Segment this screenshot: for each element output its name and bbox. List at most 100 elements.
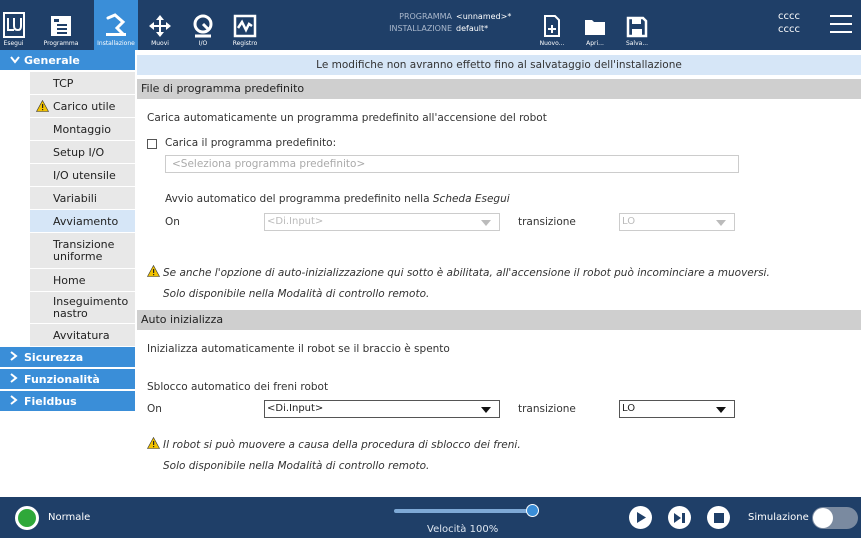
- sidebar: Generale TCP Carico utile Montaggio Setu…: [0, 50, 135, 497]
- autostart-input-value: <Di.Input>: [267, 216, 324, 227]
- move-icon: [149, 15, 171, 37]
- sidebar-group-label: Generale: [24, 53, 80, 67]
- dropdown-arrow-icon: [716, 220, 726, 226]
- sidebar-item-avviamento[interactable]: Avviamento: [30, 210, 135, 233]
- brake-transition-label: transizione: [518, 403, 576, 415]
- run-tab-label: Esegui: [3, 40, 24, 47]
- program-tab-label: Programma: [43, 40, 79, 47]
- user-line-1: cccc: [778, 11, 800, 22]
- autostart-label-tab: Scheda Esegui: [432, 193, 510, 205]
- save-button[interactable]: Salva...: [622, 0, 652, 50]
- sidebar-item-label: Home: [53, 273, 86, 287]
- sidebar-item-label: TCP: [53, 76, 74, 90]
- play-button[interactable]: [629, 506, 652, 529]
- step-icon: [674, 512, 685, 523]
- stop-button[interactable]: [707, 506, 730, 529]
- autostart-transition-value: LO: [622, 216, 636, 227]
- autostart-label-text: Avvio automatico del programma predefini…: [165, 193, 430, 205]
- sidebar-group-generale[interactable]: Generale: [0, 50, 135, 72]
- program-info: PROGRAMMA <unnamed>* INSTALLAZIONE default…: [382, 11, 511, 35]
- sidebar-item-transizione-uniforme[interactable]: Transizione uniforme: [30, 233, 135, 269]
- simulation-toggle[interactable]: [812, 507, 858, 529]
- autostart-label: Avvio automatico del programma predefini…: [165, 193, 510, 205]
- section-header-auto-init: Auto inizializza: [137, 310, 861, 330]
- chevron-down-icon: [10, 53, 24, 67]
- installation-icon: [106, 13, 126, 36]
- sidebar-item-label: Avvitatura: [53, 328, 110, 342]
- default-program-field[interactable]: <Seleziona programma predefinito>: [165, 155, 739, 173]
- sidebar-item-inseguimento-nastro[interactable]: Inseguimento nastro: [30, 292, 135, 324]
- save-button-label: Salva...: [625, 40, 649, 47]
- brake-transition-select[interactable]: LO: [619, 400, 735, 418]
- unsaved-changes-banner: Le modifiche non avranno effetto fino al…: [137, 55, 861, 75]
- run-tab[interactable]: Esegui: [0, 0, 27, 50]
- open-button[interactable]: Apri...: [580, 0, 610, 50]
- load-default-program-checkbox[interactable]: [147, 139, 157, 149]
- program-icon: [51, 16, 71, 36]
- open-button-label: Apri...: [586, 40, 604, 47]
- autostart-warning: Se anche l'opzione di auto-inizializzazi…: [146, 264, 770, 279]
- brake-input-select[interactable]: <Di.Input>: [264, 400, 500, 418]
- speed-slider-handle[interactable]: [526, 504, 539, 517]
- speed-slider[interactable]: [394, 509, 534, 513]
- speed-label: Velocità 100%: [427, 524, 499, 535]
- sidebar-item-label: Avviamento: [53, 214, 119, 228]
- sidebar-item-avvitatura[interactable]: Avvitatura: [30, 324, 135, 347]
- brake-on-label: On: [147, 403, 162, 415]
- sidebar-group-funzionalita[interactable]: Funzionalità: [0, 369, 135, 391]
- sidebar-item-variabili[interactable]: Variabili: [30, 187, 135, 210]
- move-tab[interactable]: Muovi: [145, 0, 175, 50]
- sidebar-item-label: Variabili: [53, 191, 97, 205]
- program-tab[interactable]: Programma: [28, 0, 94, 50]
- brake-input-value: <Di.Input>: [267, 403, 324, 414]
- folder-icon: [585, 20, 605, 35]
- new-file-icon: [544, 15, 560, 37]
- io-icon: [193, 14, 213, 38]
- warning-icon: [146, 436, 161, 449]
- sidebar-item-home[interactable]: Home: [30, 269, 135, 292]
- log-tab[interactable]: Registro: [228, 0, 262, 50]
- dropdown-arrow-icon: [481, 220, 491, 226]
- sidebar-item-label: Setup I/O: [53, 145, 105, 159]
- sidebar-item-label: Carico utile: [53, 99, 116, 113]
- sidebar-item-setup-io[interactable]: Setup I/O: [30, 141, 135, 164]
- new-button[interactable]: Nuovo...: [536, 0, 568, 50]
- auto-init-description: Inizializza automaticamente il robot se …: [147, 343, 450, 355]
- hamburger-menu-icon[interactable]: [830, 15, 852, 39]
- program-key: PROGRAMMA: [399, 12, 452, 21]
- step-button[interactable]: [668, 506, 691, 529]
- sidebar-item-io-utensile[interactable]: I/O utensile: [30, 164, 135, 187]
- sidebar-item-label: I/O utensile: [53, 168, 116, 182]
- chevron-right-icon: [10, 350, 24, 364]
- sidebar-group-label: Fieldbus: [24, 394, 77, 408]
- io-tab[interactable]: I/O: [188, 0, 218, 50]
- sidebar-group-label: Sicurezza: [24, 350, 84, 364]
- new-button-label: Nuovo...: [539, 40, 565, 47]
- autostart-input-select[interactable]: <Di.Input>: [264, 213, 500, 231]
- brake-remote-note: Solo disponibile nella Modalità di contr…: [163, 460, 430, 472]
- brake-transition-value: LO: [622, 403, 636, 414]
- sidebar-item-tcp[interactable]: TCP: [30, 72, 135, 95]
- sidebar-item-label: Transizione uniforme: [53, 237, 115, 263]
- autostart-on-label: On: [165, 216, 180, 228]
- installation-tab[interactable]: Installazione: [94, 0, 138, 50]
- dropdown-arrow-icon: [716, 407, 726, 413]
- sidebar-group-fieldbus[interactable]: Fieldbus: [0, 391, 135, 413]
- power-status-icon[interactable]: [15, 506, 39, 530]
- simulation-label: Simulazione: [748, 512, 809, 523]
- robot-status: Normale: [48, 512, 91, 523]
- autostart-transition-select[interactable]: LO: [619, 213, 735, 231]
- sidebar-group-label: Funzionalità: [24, 372, 100, 386]
- warning-icon: [35, 99, 50, 115]
- move-tab-label: Muovi: [151, 40, 169, 47]
- log-tab-label: Registro: [232, 40, 258, 47]
- sidebar-group-sicurezza[interactable]: Sicurezza: [0, 347, 135, 369]
- brake-release-label: Sblocco automatico dei freni robot: [147, 381, 329, 393]
- stop-icon: [713, 512, 724, 523]
- installation-tab-label: Installazione: [97, 40, 135, 47]
- sidebar-item-montaggio[interactable]: Montaggio: [30, 118, 135, 141]
- installation-name: default*: [456, 24, 489, 33]
- bottom-bar: Normale Velocità 100% Simulazione: [0, 497, 861, 538]
- sidebar-item-carico-utile[interactable]: Carico utile: [30, 95, 135, 118]
- main-panel: Le modifiche non avranno effetto fino al…: [137, 55, 861, 497]
